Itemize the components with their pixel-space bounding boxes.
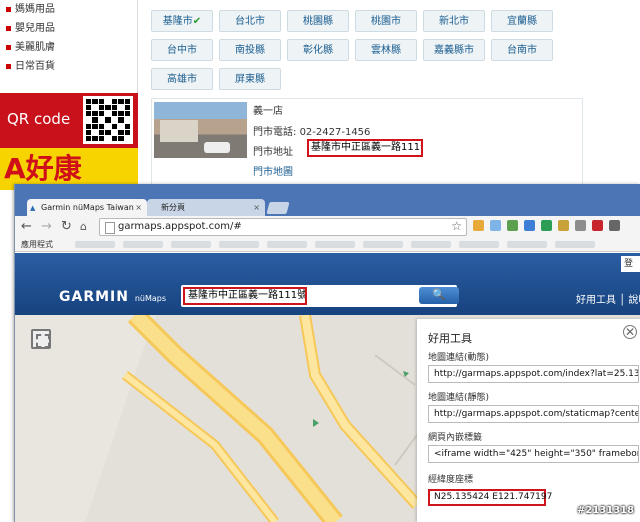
- store-photo: [154, 102, 247, 158]
- extension-icon[interactable]: [541, 220, 552, 231]
- bookmarks-bar: 應用程式: [15, 238, 640, 252]
- search-value: 基隆市中正區義一路111號: [183, 287, 307, 305]
- search-button[interactable]: 🔍: [419, 287, 459, 304]
- tab-garmin[interactable]: Garmin nüMaps Taiwan×: [27, 199, 147, 217]
- bookmark-item[interactable]: [507, 241, 547, 248]
- tools-panel: 好用工具 ✕ 地圖連結(動態) http://garmaps.appspot.c…: [417, 319, 640, 522]
- sidebar-item[interactable]: 嬰兒用品: [0, 19, 137, 38]
- coords-field[interactable]: N25.135424 E121.747197: [428, 489, 552, 506]
- qr-code-icon: [83, 96, 133, 144]
- extension-icons: [473, 220, 626, 234]
- store-address: 基隆市中正區義一路111號: [307, 139, 423, 157]
- address-bar[interactable]: garmaps.appspot.com/# ☆: [99, 218, 467, 236]
- city-button[interactable]: 高雄市: [151, 68, 213, 90]
- city-button[interactable]: 屏東縣: [219, 68, 281, 90]
- star-icon[interactable]: ☆: [451, 218, 462, 234]
- store-map-link[interactable]: 門市地圖: [253, 163, 293, 178]
- watermark: #2131318: [577, 505, 635, 516]
- tab-new[interactable]: 新分頁 ×: [147, 199, 265, 217]
- bookmark-item[interactable]: [555, 241, 595, 248]
- bookmark-item[interactable]: [459, 241, 499, 248]
- reload-icon[interactable]: ↻: [61, 219, 72, 235]
- city-button[interactable]: 台中市: [151, 39, 213, 61]
- bookmark-item[interactable]: [363, 241, 403, 248]
- city-button[interactable]: 雲林縣: [355, 39, 417, 61]
- extension-icon[interactable]: [558, 220, 569, 231]
- store-name: 義一店: [253, 106, 283, 117]
- city-button[interactable]: 嘉義縣市: [423, 39, 485, 61]
- store-card: 義一店 門市電話: 02-2427-1456 門市地址 基隆市中正區義一路111…: [151, 98, 583, 186]
- login-button[interactable]: 登入: [621, 256, 640, 272]
- store-phone: 門市電話: 02-2427-1456: [253, 127, 371, 138]
- city-button[interactable]: 桃園縣: [287, 10, 349, 32]
- sidebar-item[interactable]: 日常百貨: [0, 57, 137, 76]
- city-button[interactable]: 台南市: [491, 39, 553, 61]
- panel-title: 好用工具: [428, 332, 472, 345]
- bookmark-item[interactable]: [75, 241, 115, 248]
- store-locator: 基隆市✔ 台北市 桃園縣 桃園市 新北市 宜蘭縣台中市 南投縣 彰化縣 雲林縣 嘉義縣市 台南市高雄…: [139, 0, 640, 190]
- bookmark-item[interactable]: [171, 241, 211, 248]
- bookmark-item[interactable]: [123, 241, 163, 248]
- new-tab-button[interactable]: [266, 202, 290, 214]
- sidebar-item[interactable]: 媽媽用品: [0, 0, 137, 19]
- home-icon[interactable]: ⌂: [80, 219, 87, 235]
- city-button[interactable]: 基隆市✔: [151, 10, 213, 32]
- city-button[interactable]: 南投縣: [219, 39, 281, 61]
- check-icon: ✔: [192, 16, 202, 27]
- browser-toolbar: ← → ↻ ⌂ garmaps.appspot.com/# ☆: [15, 216, 640, 238]
- embed-field[interactable]: <iframe width="425" height="350" framebo…: [428, 445, 639, 463]
- city-button[interactable]: 宜蘭縣: [491, 10, 553, 32]
- garmin-header: 登入 GARMIN nüMaps 基隆市中正區義一路111號 🔍 好用工具 │ …: [15, 253, 640, 315]
- bookmark-item[interactable]: [267, 241, 307, 248]
- dynamic-link-field[interactable]: http://garmaps.appspot.com/index?lat=25.…: [428, 365, 639, 383]
- static-link-label: 地圖連結(靜態): [428, 393, 490, 403]
- extension-icon[interactable]: [490, 220, 501, 231]
- qr-banner[interactable]: QR code: [0, 93, 138, 148]
- static-link-field[interactable]: http://garmaps.appspot.com/staticmap?cen…: [428, 405, 639, 423]
- coords-label: 經緯度座標: [428, 475, 474, 485]
- bullet-icon: [6, 6, 11, 12]
- extension-icon[interactable]: [507, 220, 518, 231]
- close-icon[interactable]: ×: [135, 199, 142, 217]
- tab-strip: Garmin nüMaps Taiwan× 新分頁×: [15, 184, 640, 217]
- extension-icon[interactable]: [592, 220, 603, 231]
- header-tools-link[interactable]: 好用工具 │ 說明: [576, 291, 640, 306]
- bookmarks-apps[interactable]: 應用程式: [21, 238, 53, 251]
- bookmark-item[interactable]: [219, 241, 259, 248]
- qr-label: QR code: [7, 110, 71, 128]
- bookmark-item[interactable]: [315, 241, 355, 248]
- extension-icon[interactable]: [575, 220, 586, 231]
- sidebar-item[interactable]: 美麗肌膚: [0, 38, 137, 57]
- bookmark-item[interactable]: [411, 241, 451, 248]
- city-button[interactable]: 桃園市: [355, 10, 417, 32]
- forward-icon[interactable]: →: [41, 219, 52, 235]
- close-icon[interactable]: ×: [253, 199, 260, 217]
- bullet-icon: [6, 63, 11, 69]
- menu-icon[interactable]: [609, 220, 620, 231]
- city-button[interactable]: 台北市: [219, 10, 281, 32]
- back-icon[interactable]: ←: [21, 219, 32, 235]
- bullet-icon: [6, 44, 11, 50]
- city-button[interactable]: 新北市: [423, 10, 485, 32]
- browser-window: Garmin nüMaps Taiwan× 新分頁× ← → ↻ ⌂ garma…: [14, 184, 640, 522]
- embed-label: 網頁內嵌標籤: [428, 433, 483, 443]
- bullet-icon: [6, 25, 11, 31]
- fullscreen-icon[interactable]: [31, 329, 51, 349]
- extension-icon[interactable]: [473, 220, 484, 231]
- search-icon: 🔍: [432, 288, 446, 301]
- search-input[interactable]: 基隆市中正區義一路111號: [181, 285, 457, 307]
- extension-icon[interactable]: [524, 220, 535, 231]
- store-address-label: 門市地址: [253, 147, 293, 158]
- garmin-logo: GARMIN nüMaps: [59, 289, 167, 305]
- city-button[interactable]: 彰化縣: [287, 39, 349, 61]
- close-icon[interactable]: ✕: [623, 325, 637, 339]
- dynamic-link-label: 地圖連結(動態): [428, 353, 490, 363]
